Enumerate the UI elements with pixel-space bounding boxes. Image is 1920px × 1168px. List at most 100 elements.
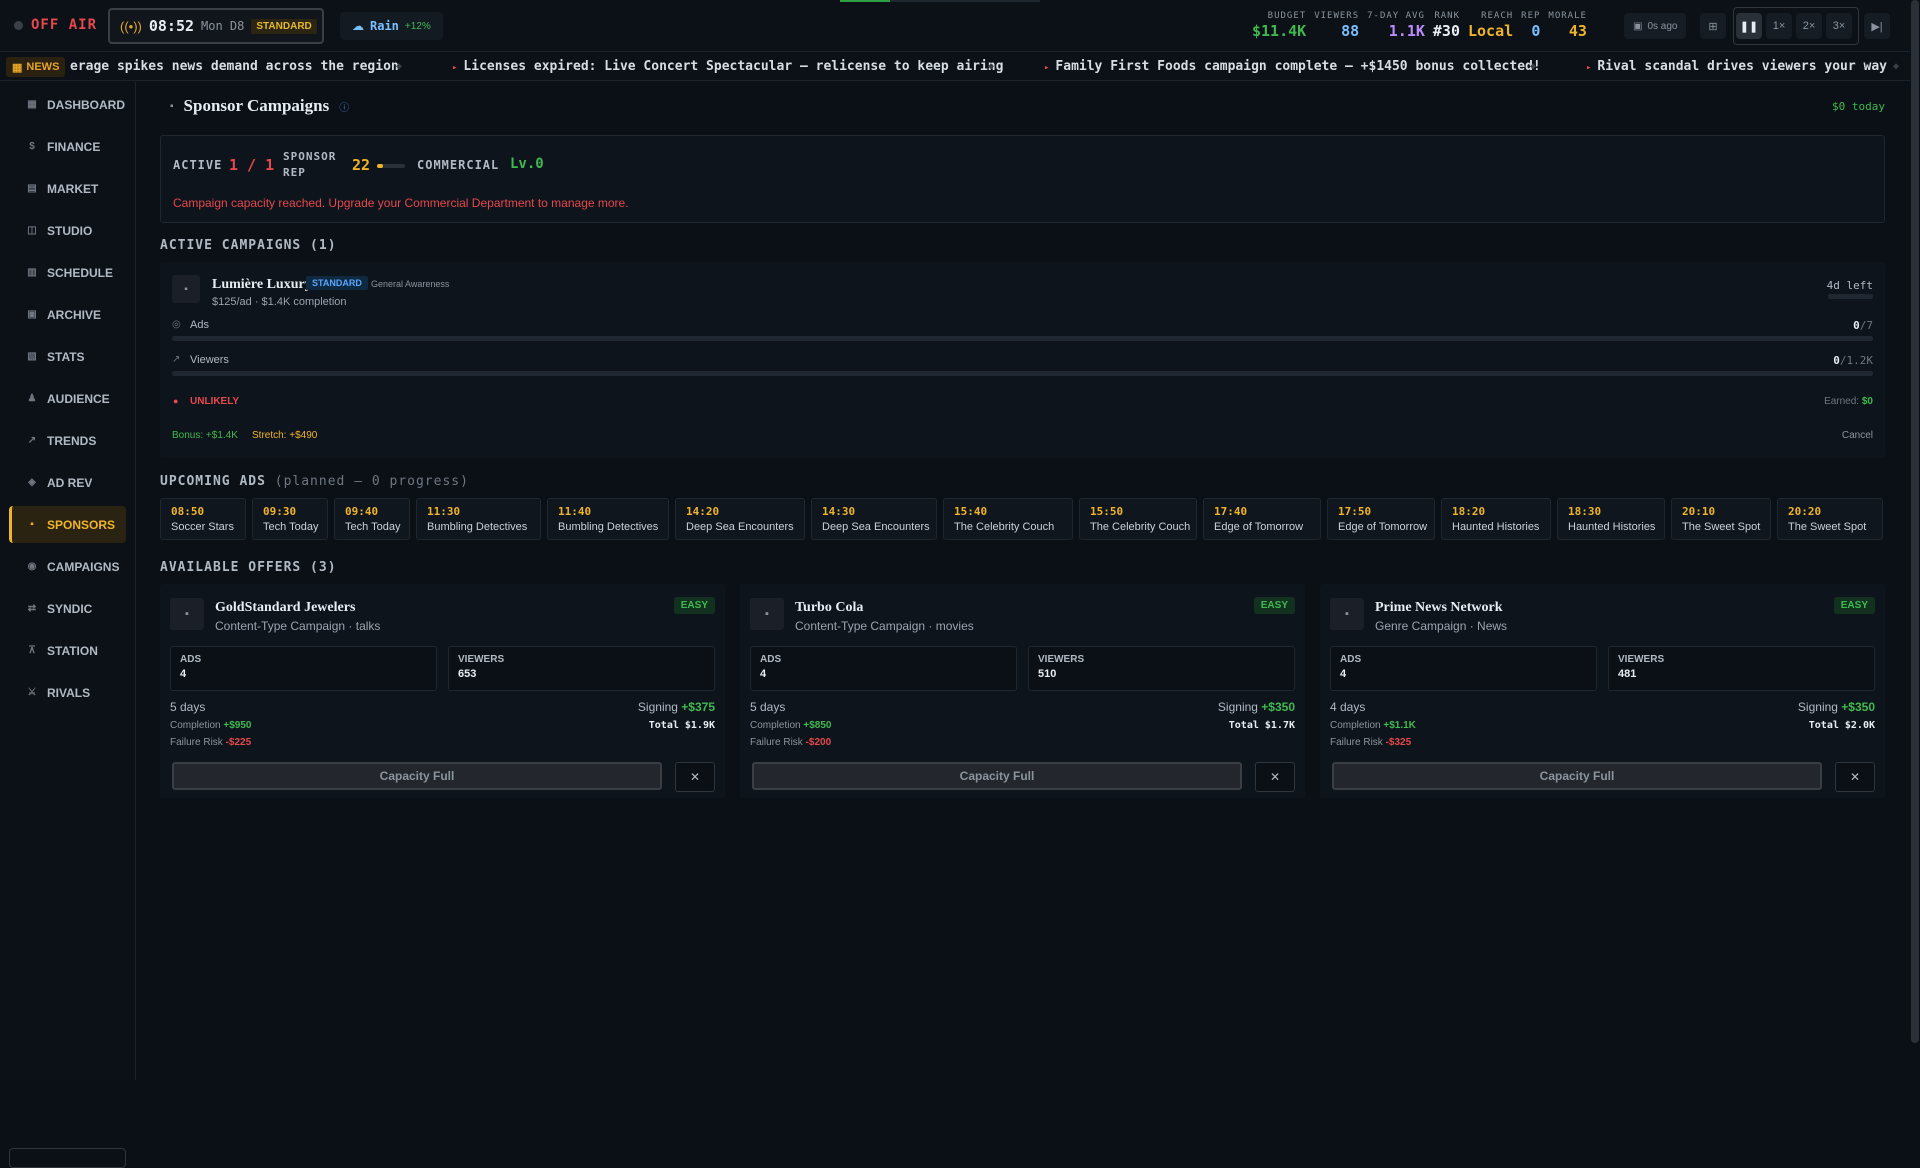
syndic-icon: ⇄ bbox=[27, 603, 37, 614]
ads-label: ADS bbox=[180, 654, 202, 665]
pause-button[interactable]: ❚❚ bbox=[1736, 13, 1762, 39]
save-button[interactable]: ▣ 0s ago bbox=[1624, 13, 1687, 39]
upcoming-ad-slot[interactable]: 20:20 The Sweet Spot bbox=[1777, 498, 1883, 540]
dismiss-offer-button[interactable]: ✕ bbox=[1255, 762, 1295, 792]
dismiss-offer-button[interactable]: ✕ bbox=[1835, 762, 1875, 792]
stat-label: REACH bbox=[1481, 11, 1514, 21]
completion-bonus: Completion +$850 bbox=[750, 720, 832, 731]
ads-label: ADS bbox=[760, 654, 782, 665]
skip-button[interactable]: ▶| bbox=[1864, 13, 1890, 39]
stat-rep: REP 0 bbox=[1521, 11, 1540, 40]
sidebar-item-label: SPONSORS bbox=[47, 517, 116, 532]
weather-indicator[interactable]: ☁ Rain +12% bbox=[340, 12, 443, 40]
cancel-campaign-button[interactable]: Cancel bbox=[1842, 430, 1873, 441]
weather-delta: +12% bbox=[404, 20, 431, 32]
ads-requirement: ADS 4 bbox=[170, 646, 437, 691]
progress-accent bbox=[840, 0, 890, 2]
trend-up-icon: ↗ bbox=[172, 354, 181, 365]
upcoming-ad-slot[interactable]: 15:40 The Celebrity Couch bbox=[943, 498, 1073, 540]
rep-bar bbox=[377, 164, 405, 168]
upcoming-ad-slot[interactable]: 14:20 Deep Sea Encounters bbox=[675, 498, 805, 540]
upcoming-ad-slot[interactable]: 15:50 The Celebrity Couch bbox=[1079, 498, 1197, 540]
upcoming-ad-slot[interactable]: 18:30 Haunted Histories bbox=[1557, 498, 1665, 540]
ads-progress-bar bbox=[172, 336, 1873, 341]
upcoming-ad-slot[interactable]: 14:30 Deep Sea Encounters bbox=[811, 498, 937, 540]
audience-icon: ♟ bbox=[27, 393, 37, 404]
sidebar-item-sponsors[interactable]: ▪ SPONSORS bbox=[9, 506, 126, 543]
stat-value: 0 bbox=[1531, 22, 1541, 40]
save-status: 0s ago bbox=[1647, 20, 1678, 32]
upcoming-ad-slot[interactable]: 09:40 Tech Today bbox=[334, 498, 410, 540]
ads-requirement: ADS 4 bbox=[1330, 646, 1597, 691]
sidebar-item-trends[interactable]: ↗ TRENDS bbox=[9, 422, 126, 459]
slot-time: 08:50 bbox=[171, 505, 205, 518]
sidebar-item-studio[interactable]: ◫ STUDIO bbox=[9, 212, 126, 249]
top-bar: OFF AIR ((•)) 08:52 Mon D8 STANDARD ☁ Ra… bbox=[0, 0, 1920, 52]
upcoming-ad-slot[interactable]: 18:20 Haunted Histories bbox=[1441, 498, 1551, 540]
slot-time: 18:20 bbox=[1452, 505, 1486, 518]
sponsor-logo-icon: ▪ bbox=[172, 275, 200, 303]
sidebar-item-label: FINANCE bbox=[47, 139, 101, 154]
sidebar-item-schedule[interactable]: ▥ SCHEDULE bbox=[9, 254, 126, 291]
sidebar-item-audience[interactable]: ♟ AUDIENCE bbox=[9, 380, 126, 417]
sidebar-item-market[interactable]: ▤ MARKET bbox=[9, 170, 126, 207]
upcoming-ad-slot[interactable]: 11:30 Bumbling Detectives bbox=[416, 498, 541, 540]
dismiss-offer-button[interactable]: ✕ bbox=[675, 762, 715, 792]
layout-grid-button[interactable]: ⊞ bbox=[1700, 13, 1726, 39]
ads-value: 4 bbox=[1340, 668, 1347, 680]
close-icon: ✕ bbox=[1269, 770, 1281, 784]
market-icon: ▤ bbox=[27, 183, 37, 194]
slot-time: 11:30 bbox=[427, 505, 461, 518]
capacity-full-button[interactable]: Capacity Full bbox=[1332, 762, 1822, 790]
upcoming-ad-slot[interactable]: 09:30 Tech Today bbox=[252, 498, 328, 540]
sidebar-item-dashboard[interactable]: ▦ DASHBOARD bbox=[9, 86, 126, 123]
difficulty-badge: EASY bbox=[1833, 597, 1875, 614]
ads-label: Ads bbox=[190, 319, 209, 331]
upcoming-ad-slot[interactable]: 08:50 Soccer Stars bbox=[160, 498, 246, 540]
sidebar-item-syndic[interactable]: ⇄ SYNDIC bbox=[9, 590, 126, 627]
ticker-item: ▸ Licenses expired: Live Concert Spectacu… bbox=[452, 59, 1004, 74]
upcoming-ad-slot[interactable]: 20:10 The Sweet Spot bbox=[1671, 498, 1771, 540]
capacity-full-button[interactable]: Capacity Full bbox=[172, 762, 662, 790]
speed-3x-button[interactable]: 3× bbox=[1826, 13, 1852, 39]
clock-time: 08:52 bbox=[148, 17, 195, 35]
earned-amount: Earned: $0 bbox=[1824, 396, 1873, 407]
sidebar-item-ad-rev[interactable]: ◈ AD REV bbox=[9, 464, 126, 501]
speed-3x-label: 3× bbox=[1832, 20, 1846, 32]
sidebar-item-station[interactable]: ⊼ STATION bbox=[9, 632, 126, 669]
news-label: NEWS bbox=[26, 61, 60, 73]
stat-7-day-avg: 7-DAY AVG 1.1K bbox=[1367, 11, 1425, 40]
slot-show: Edge of Tomorrow bbox=[1338, 521, 1428, 533]
sidebar-item-campaigns[interactable]: ◉ CAMPAIGNS bbox=[9, 548, 126, 585]
help-icon[interactable]: ⓘ bbox=[339, 99, 349, 114]
slot-time: 09:40 bbox=[345, 505, 379, 518]
news-ticker: ▦ NEWS erage spikes news demand across t… bbox=[0, 53, 1920, 81]
viewers-label: VIEWERS bbox=[458, 654, 505, 665]
sidebar-item-archive[interactable]: ▣ ARCHIVE bbox=[9, 296, 126, 333]
broadcast-status: OFF AIR bbox=[14, 17, 97, 33]
sponsor-logo-icon: ▪ bbox=[750, 598, 784, 630]
speed-1x-button[interactable]: 1× bbox=[1766, 13, 1792, 39]
sidebar-item-stats[interactable]: ▧ STATS bbox=[9, 338, 126, 375]
rep-bar-fill bbox=[377, 164, 384, 168]
game-clock[interactable]: ((•)) 08:52 Mon D8 STANDARD bbox=[108, 8, 324, 44]
sponsors-icon: ▪ bbox=[170, 100, 174, 112]
scrollbar[interactable] bbox=[1910, 0, 1920, 1080]
slot-time: 15:50 bbox=[1090, 505, 1124, 518]
speed-2x-button[interactable]: 2× bbox=[1796, 13, 1822, 39]
stat-value: $11.4K bbox=[1252, 22, 1307, 40]
scrollbar-thumb[interactable] bbox=[1911, 0, 1919, 1043]
sidebar-footer-button[interactable] bbox=[9, 1148, 126, 1168]
upcoming-ad-slot[interactable]: 17:40 Edge of Tomorrow bbox=[1203, 498, 1321, 540]
campaign-terms: $125/ad · $1.4K completion bbox=[212, 296, 347, 308]
sidebar-item-finance[interactable]: $ FINANCE bbox=[9, 128, 126, 165]
upcoming-ad-slot[interactable]: 11:40 Bumbling Detectives bbox=[547, 498, 669, 540]
sidebar-item-rivals[interactable]: ⚔ RIVALS bbox=[9, 674, 126, 711]
archive-icon: ▣ bbox=[27, 309, 37, 320]
offer-card: ▪ GoldStandard Jewelers Content-Type Campa… bbox=[160, 584, 725, 798]
failure-risk: Failure Risk -$225 bbox=[170, 737, 252, 748]
upcoming-ad-slot[interactable]: 17:50 Edge of Tomorrow bbox=[1327, 498, 1435, 540]
ticker-item: erage spikes news demand across the regi… bbox=[70, 59, 399, 74]
capacity-full-button[interactable]: Capacity Full bbox=[752, 762, 1242, 790]
upcoming-ads-strip: 08:50 Soccer Stars 09:30 Tech Today 09:40 Tec… bbox=[160, 498, 1885, 542]
